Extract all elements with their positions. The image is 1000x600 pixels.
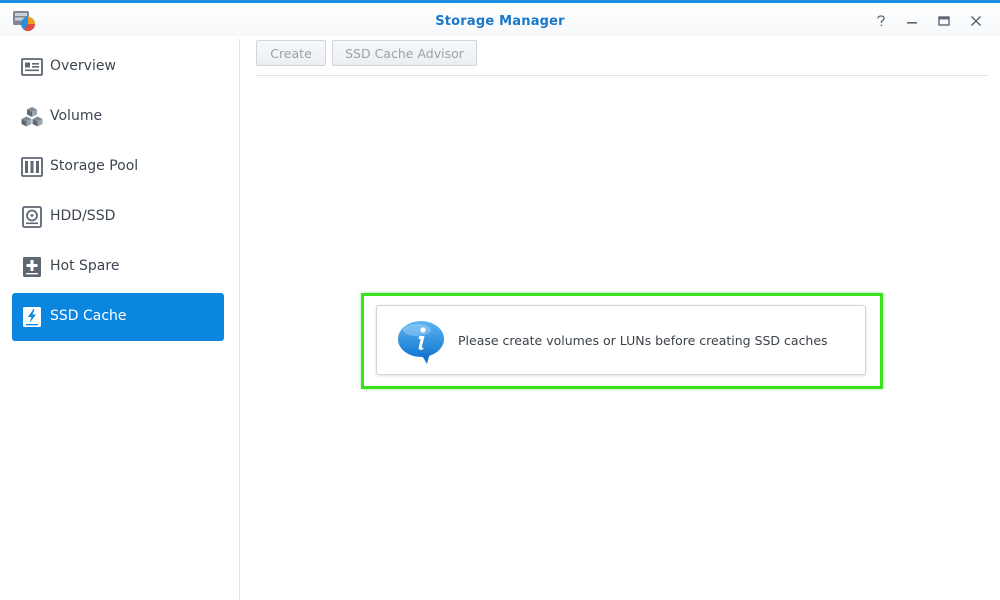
sidebar-item-label: SSD Cache [50,308,127,324]
overview-icon [21,58,43,76]
help-icon [877,15,885,26]
info-message-box: Please create volumes or LUNs before cre… [376,305,866,375]
minimize-button[interactable] [901,10,923,32]
storage-manager-window: Storage Manager Overview Volume Storage … [0,0,1000,600]
sidebar-item-ssd-cache[interactable]: SSD Cache [12,293,224,341]
ssd-cache-icon [23,307,41,327]
hard-drive-icon [22,206,42,228]
sidebar-item-label: Storage Pool [50,158,139,174]
minimize-icon [907,22,917,24]
toolbar-divider [256,75,988,76]
sidebar-item-hdd-ssd[interactable]: HDD/SSD [12,193,224,241]
sidebar-item-overview[interactable]: Overview [12,43,224,91]
close-button[interactable] [965,10,987,32]
sidebar-item-volume[interactable]: Volume [12,93,224,141]
sidebar: Overview Volume Storage Pool HDD/SSD Hot… [0,39,240,600]
sidebar-item-label: Hot Spare [50,258,120,274]
help-button[interactable] [870,10,892,32]
hot-spare-icon [23,257,41,277]
close-icon [970,15,982,27]
storage-pool-icon [21,157,43,177]
maximize-icon [938,16,950,26]
info-message-text: Please create volumes or LUNs before cre… [458,333,828,348]
sidebar-item-label: Volume [50,108,103,124]
title-bar[interactable]: Storage Manager [0,6,1000,36]
info-bubble-icon [398,321,444,364]
create-button[interactable]: Create [256,40,326,66]
ssd-cache-advisor-button[interactable]: SSD Cache Advisor [332,40,477,66]
sidebar-item-storage-pool[interactable]: Storage Pool [12,143,224,191]
sidebar-item-label: HDD/SSD [50,208,116,224]
window-title: Storage Manager [435,14,565,29]
maximize-button[interactable] [933,10,955,32]
cubes-icon [21,107,43,127]
sidebar-item-label: Overview [50,58,116,74]
sidebar-item-hot-spare[interactable]: Hot Spare [12,243,224,291]
